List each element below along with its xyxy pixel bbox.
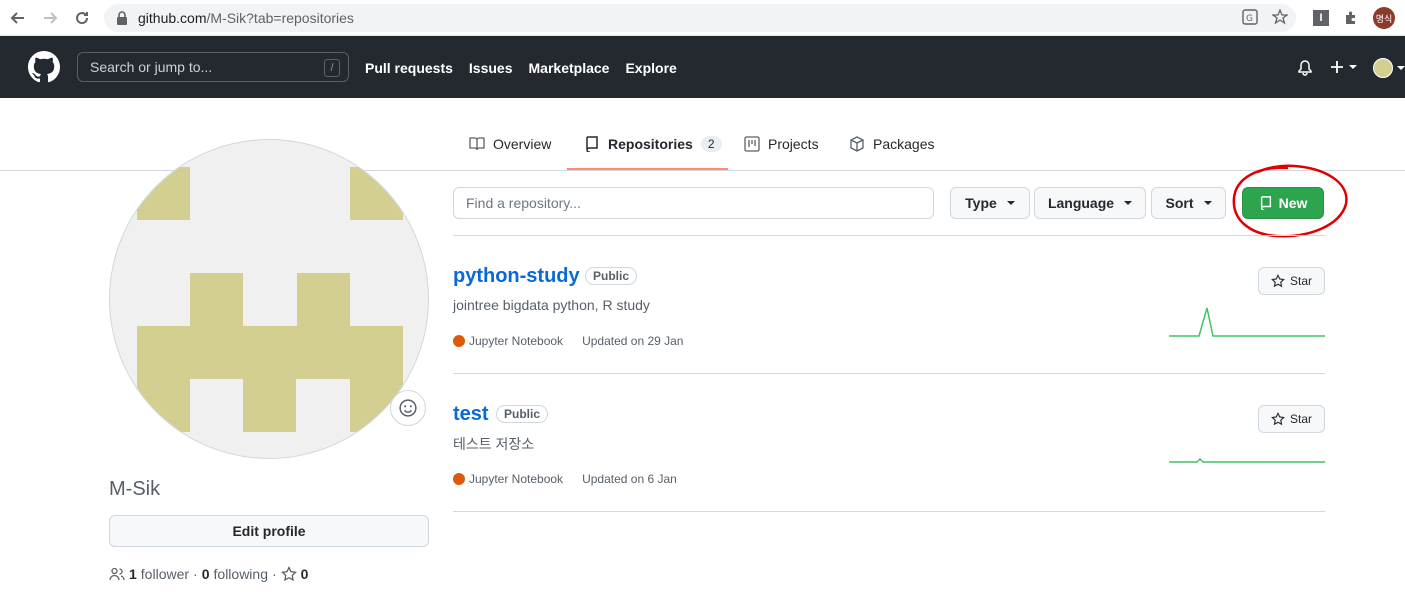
activity-sparkline — [1169, 457, 1325, 463]
tab-overview[interactable]: Overview — [469, 136, 551, 170]
repo-description: 테스트 저장소 — [453, 436, 535, 452]
repo-updated: Updated on 29 Jan — [582, 334, 684, 348]
plus-icon — [1331, 61, 1343, 73]
red-circle-annotation — [1232, 164, 1348, 238]
address-bar[interactable]: github.com/M-Sik?tab=repositories G — [104, 4, 1296, 32]
user-avatar — [1373, 58, 1393, 78]
stat-separator: · — [272, 566, 277, 582]
divider — [453, 511, 1325, 512]
repo-language: Jupyter Notebook — [469, 334, 564, 348]
chevron-down-icon — [1124, 201, 1133, 205]
following-label[interactable]: following — [214, 566, 268, 582]
following-count[interactable]: 0 — [202, 566, 210, 582]
tab-packages[interactable]: Packages — [849, 136, 934, 170]
chevron-down-icon — [1349, 65, 1357, 69]
active-tab-underline — [567, 168, 728, 170]
profile-username: M-Sik — [109, 478, 161, 500]
project-icon — [744, 136, 760, 152]
language-color-dot — [453, 473, 465, 485]
user-menu-dropdown[interactable] — [1373, 58, 1405, 78]
repo-updated: Updated on 6 Jan — [582, 472, 677, 486]
star-icon — [1271, 274, 1285, 288]
stars-count[interactable]: 0 — [301, 566, 309, 582]
chevron-down-icon — [1203, 201, 1212, 205]
create-new-dropdown[interactable] — [1329, 59, 1357, 75]
stat-separator: · — [193, 566, 198, 582]
header-search-input[interactable]: Search or jump to... / — [77, 52, 349, 82]
star-label: Star — [1289, 274, 1312, 288]
type-filter-label: Type — [965, 195, 997, 211]
activity-sparkline — [1169, 307, 1325, 337]
extension-i-icon[interactable]: I — [1313, 10, 1329, 26]
browser-toolbar: github.com/M-Sik?tab=repositories G I 명식 — [0, 0, 1405, 36]
nav-issues[interactable]: Issues — [469, 60, 513, 76]
browser-profile-avatar[interactable]: 명식 — [1373, 7, 1395, 29]
search-shortcut-key: / — [324, 59, 340, 77]
back-icon[interactable] — [6, 6, 30, 30]
repo-language: Jupyter Notebook — [469, 472, 564, 486]
star-label: Star — [1289, 412, 1312, 426]
book-icon — [469, 137, 485, 151]
nav-marketplace[interactable]: Marketplace — [529, 60, 610, 76]
url-host: github.com — [138, 10, 207, 26]
tab-label: Projects — [768, 136, 819, 152]
bookmark-star-icon[interactable] — [1272, 9, 1288, 25]
star-button[interactable]: Star — [1258, 405, 1325, 433]
repo-name-link[interactable]: python-study — [453, 265, 580, 288]
bell-icon[interactable] — [1297, 60, 1313, 76]
profile-avatar[interactable] — [109, 139, 429, 459]
edit-profile-button[interactable]: Edit profile — [109, 515, 429, 547]
people-icon — [109, 567, 125, 581]
sort-filter-dropdown[interactable]: Sort — [1151, 187, 1226, 219]
tab-label: Repositories — [608, 136, 693, 152]
header-nav: Pull requests Issues Marketplace Explore — [365, 60, 677, 76]
repo-icon — [586, 136, 598, 152]
repo-count-badge: 2 — [700, 136, 722, 152]
star-icon — [1271, 412, 1285, 426]
visibility-badge: Public — [496, 405, 549, 423]
tab-label: Packages — [873, 136, 935, 152]
translate-icon[interactable]: G — [1242, 9, 1258, 25]
repo-name-link[interactable]: test — [453, 403, 489, 426]
lock-icon — [117, 11, 127, 25]
language-filter-label: Language — [1047, 195, 1115, 211]
nav-pull-requests[interactable]: Pull requests — [365, 60, 453, 76]
repo-meta: Jupyter Notebook Updated on 6 Jan — [453, 472, 677, 486]
github-logo-icon[interactable] — [28, 51, 60, 83]
svg-text:G: G — [1246, 14, 1253, 24]
language-filter-dropdown[interactable]: Language — [1034, 187, 1146, 219]
url-path: /M-Sik?tab=repositories — [206, 10, 354, 26]
reload-icon[interactable] — [70, 6, 94, 30]
divider — [453, 235, 1325, 236]
followers-label[interactable]: follower — [141, 566, 189, 582]
language-color-dot — [453, 335, 465, 347]
set-status-smiley-icon[interactable] — [390, 390, 426, 426]
puzzle-icon[interactable] — [1343, 10, 1359, 26]
star-icon — [280, 566, 297, 582]
followers-count[interactable]: 1 — [129, 566, 137, 582]
url-text: github.com/M-Sik?tab=repositories — [138, 10, 354, 26]
tab-repositories[interactable]: Repositories 2 — [584, 136, 722, 170]
visibility-badge: Public — [585, 267, 638, 285]
tab-projects[interactable]: Projects — [744, 136, 819, 170]
sort-filter-label: Sort — [1165, 195, 1194, 211]
repo-meta: Jupyter Notebook Updated on 29 Jan — [453, 334, 683, 348]
find-repository-input[interactable] — [453, 187, 934, 219]
chevron-down-icon — [1006, 201, 1015, 205]
package-icon — [850, 136, 864, 152]
nav-explore[interactable]: Explore — [625, 60, 676, 76]
divider — [453, 373, 1325, 374]
repo-description: jointree bigdata python, R study — [453, 297, 650, 313]
star-button[interactable]: Star — [1258, 267, 1325, 295]
identicon-image — [137, 167, 403, 432]
type-filter-dropdown[interactable]: Type — [950, 187, 1030, 219]
header-search-placeholder: Search or jump to... — [90, 59, 213, 75]
follow-stats: 1 follower · 0 following · 0 — [109, 566, 308, 582]
github-header: Search or jump to... / Pull requests Iss… — [0, 36, 1405, 98]
forward-icon[interactable] — [38, 6, 62, 30]
chevron-down-icon — [1397, 66, 1405, 70]
tab-label: Overview — [493, 136, 552, 152]
